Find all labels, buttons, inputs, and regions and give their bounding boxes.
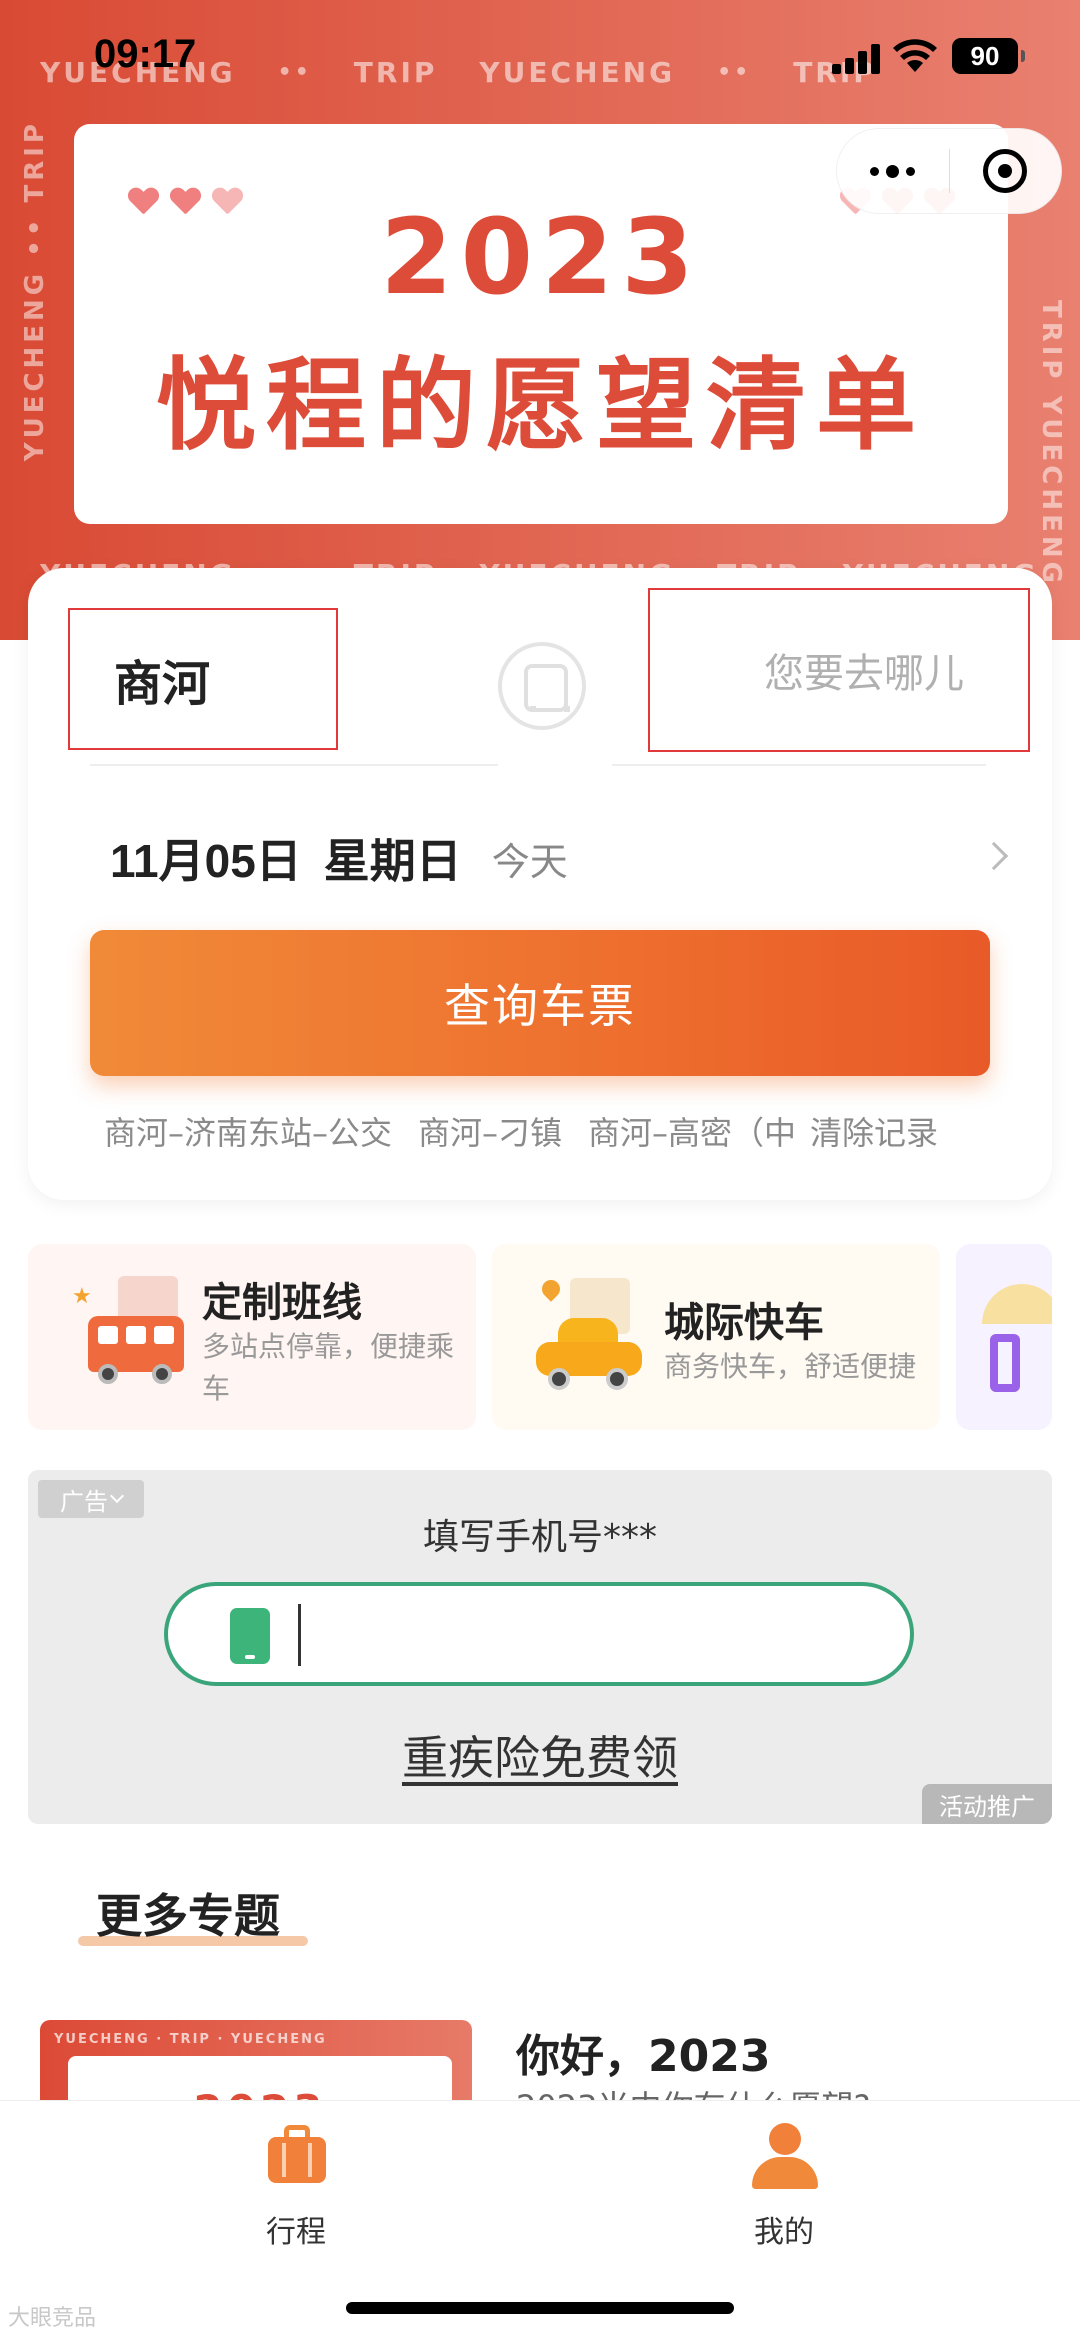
divider [612, 764, 986, 766]
chevron-down-icon [109, 1488, 125, 1504]
phone-input[interactable] [164, 1582, 914, 1686]
clear-history-button[interactable]: 清除记录 [810, 1108, 938, 1154]
ad-title: 填写手机号*** [422, 1517, 657, 1558]
cellular-signal-icon [832, 44, 880, 74]
divider [90, 764, 498, 766]
luggage-icon [268, 2125, 326, 2187]
history-item[interactable]: 商河–高密（中 [588, 1108, 802, 1154]
search-card: 商河 您要去哪儿 11月05日 星期日 今天 查询车票 商河–济南东站–公交 商… [28, 568, 1052, 1200]
wifi-icon [893, 39, 937, 72]
service-tile-more[interactable] [956, 1244, 1052, 1430]
tab-label: 行程 [266, 2215, 326, 2250]
thumb-strip: YUECHENG · TRIP · YUECHENG [54, 2032, 327, 2047]
service-subtitle: 多站点停靠，便捷乘车 [202, 1330, 455, 1405]
service-title: 城际快车 [664, 1300, 824, 1346]
location-pin-icon [538, 1276, 564, 1302]
search-history: 商河–济南东站–公交 商河–刁镇 商河–高密（中 清除记录 [104, 1108, 1024, 1154]
watermark: 大眼竞品 [8, 2306, 97, 2331]
hero-strip-left: YUECHENG •• TRIP [20, 120, 50, 462]
service-subtitle: 商务快车，舒适便捷 [664, 1350, 917, 1383]
weekday-value: 星期日 [323, 834, 462, 888]
service-title: 定制班线 [202, 1280, 362, 1326]
miniprogram-capsule [836, 128, 1062, 214]
promo-badge: 活动推广 [922, 1784, 1052, 1824]
text-cursor [298, 1604, 301, 1666]
service-tile-intercity[interactable]: 城际快车 商务快车，舒适便捷 [492, 1244, 940, 1430]
service-tile-custom-line[interactable]: ★ 定制班线 多站点停靠，便捷乘车 [28, 1244, 476, 1430]
hero-year: 2023 [380, 196, 702, 318]
taxi-icon [536, 1278, 646, 1394]
battery-icon: 90 [952, 38, 1025, 74]
swap-cities-bus-icon[interactable] [498, 642, 586, 730]
phone-icon [230, 1608, 270, 1664]
plane-bus-icon [976, 1284, 1052, 1394]
tab-mine[interactable]: 我的 [684, 2123, 884, 2250]
hero-title: 悦程的愿望清单 [156, 347, 926, 464]
target-icon[interactable] [950, 128, 1062, 214]
query-tickets-button[interactable]: 查询车票 [90, 930, 990, 1076]
ad-link[interactable]: 重疾险免费领 [28, 1722, 1052, 1788]
history-item[interactable]: 商河–刁镇 [418, 1108, 562, 1154]
more-topics-title: 更多专题 [96, 1889, 280, 1943]
status-time: 09:17 [94, 32, 197, 76]
status-bar: 09:17 90 [0, 0, 1080, 120]
date-selector[interactable]: 11月05日 星期日 今天 [110, 808, 1020, 908]
today-label: 今天 [491, 839, 568, 884]
bus-icon [88, 1276, 188, 1386]
tab-label: 我的 [754, 2215, 814, 2250]
from-city-field[interactable]: 商河 [68, 608, 338, 750]
ad-banner[interactable]: 广告 填写手机号*** 重疾险免费领 活动推广 [28, 1470, 1052, 1824]
hero-strip-right: TRIP YUECHENG [1036, 300, 1066, 587]
topic-title[interactable]: 你好，2023 [516, 2020, 770, 2084]
user-icon [750, 2123, 820, 2189]
chevron-right-icon [979, 841, 1009, 871]
more-dots-icon[interactable] [837, 128, 949, 214]
tab-trips[interactable]: 行程 [196, 2123, 396, 2250]
history-item[interactable]: 商河–济南东站–公交 [104, 1108, 392, 1154]
home-indicator[interactable] [346, 2302, 734, 2314]
to-city-field[interactable]: 您要去哪儿 [648, 588, 1030, 752]
date-value: 11月05日 [110, 835, 302, 887]
